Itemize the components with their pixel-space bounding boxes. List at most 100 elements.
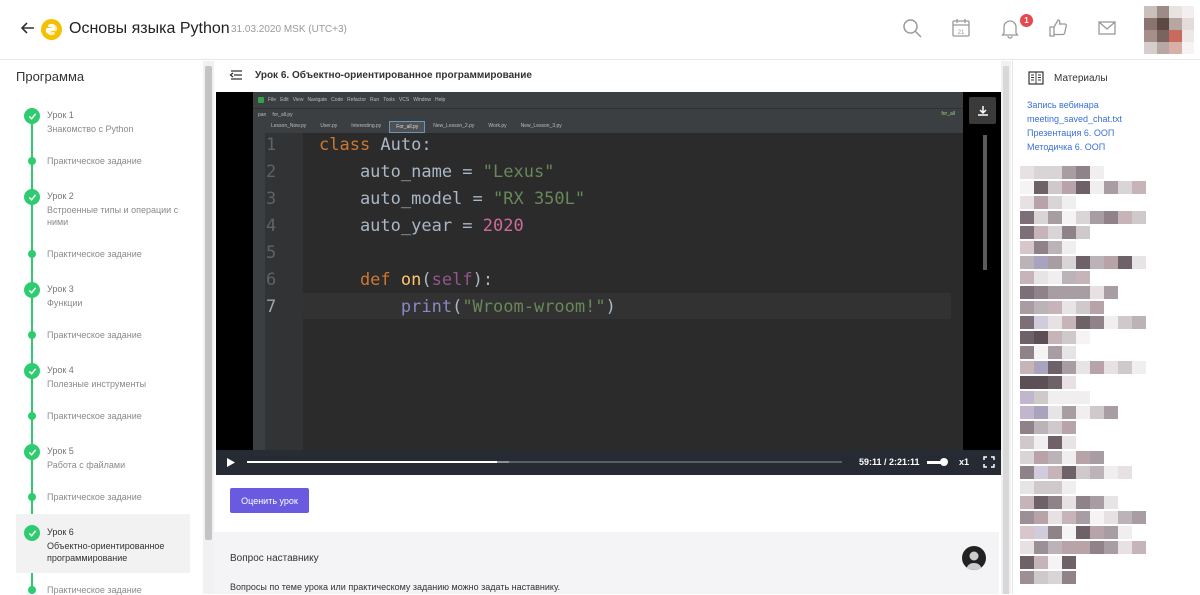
pycharm-logo-icon	[258, 97, 264, 103]
lesson-5-subtitle[interactable]: Работа с файлами	[47, 459, 187, 471]
ide-menu-item: Code	[331, 97, 344, 103]
redacted-pixel	[1090, 541, 1104, 554]
redacted-pixel	[1090, 181, 1104, 194]
code-line-3: auto_model = "RX 350L"	[319, 189, 585, 209]
redacted-pixel	[1090, 361, 1104, 374]
redacted-pixel	[1062, 286, 1076, 299]
material-link-presentation[interactable]: Презентация 6. ООП	[1027, 128, 1114, 138]
lesson-6-subtitle[interactable]: Объектно-ориентированное программировани…	[47, 540, 187, 564]
redacted-pixel	[1132, 256, 1146, 269]
book-icon	[1028, 71, 1044, 85]
redacted-pixel	[1118, 526, 1132, 539]
completed-dot-icon	[28, 250, 36, 258]
thumbs-up-icon[interactable]	[1047, 17, 1069, 39]
redacted-pixel	[1118, 211, 1132, 224]
user-avatar[interactable]	[1144, 6, 1194, 54]
redacted-pixel	[1104, 406, 1118, 419]
rate-lesson-button[interactable]: Оценить урок	[230, 488, 309, 513]
lesson-3-name[interactable]: Урок 3	[47, 284, 74, 294]
redacted-pixel	[1118, 256, 1132, 269]
ide-tab: New_Lesson_2.py	[427, 121, 481, 133]
back-arrow-icon[interactable]	[20, 20, 36, 36]
video-player[interactable]: File Edit View Navigate Code Refactor Ru…	[216, 92, 1001, 475]
redacted-pixel	[1020, 406, 1034, 419]
redacted-pixel	[1076, 406, 1090, 419]
video-progress-bar[interactable]	[247, 461, 842, 463]
lesson-5-name[interactable]: Урок 5	[47, 446, 74, 456]
collapse-menu-icon[interactable]	[229, 68, 243, 82]
material-link-manual[interactable]: Методичка 6. ООП	[1027, 142, 1105, 152]
materials-title: Материалы	[1054, 73, 1108, 84]
redacted-pixel	[1048, 406, 1062, 419]
redacted-pixel	[1076, 271, 1090, 284]
redacted-pixel	[1062, 556, 1076, 569]
main-scroll-thumb[interactable]	[1003, 66, 1009, 594]
ide-project-name: pan	[258, 112, 267, 118]
redacted-pixel	[1062, 571, 1076, 584]
lesson-1-practice[interactable]: Практическое задание	[47, 156, 142, 166]
redacted-pixel	[1132, 541, 1146, 554]
video-buffer-bar	[496, 461, 509, 463]
lesson-3-subtitle[interactable]: Функции	[47, 297, 187, 309]
lesson-1-name[interactable]: Урок 1	[47, 110, 74, 120]
ide-tab: Work.py	[482, 121, 513, 133]
lesson-2-name[interactable]: Урок 2	[47, 191, 74, 201]
redacted-pixel	[1048, 466, 1062, 479]
material-link-recording[interactable]: Запись вебинара	[1027, 100, 1099, 110]
calendar-icon[interactable]: 21	[950, 17, 972, 39]
playback-speed[interactable]: x1	[959, 457, 969, 467]
redacted-pixel	[1090, 286, 1104, 299]
redacted-pixel	[1020, 196, 1034, 209]
redacted-pixel	[1090, 166, 1104, 179]
fullscreen-icon[interactable]	[983, 456, 995, 468]
material-link-chat[interactable]: meeting_saved_chat.txt	[1027, 114, 1122, 124]
bell-icon[interactable]	[999, 17, 1021, 39]
redacted-pixel	[1076, 466, 1090, 479]
redacted-pixel	[1090, 451, 1104, 464]
python-logo-icon	[41, 19, 62, 40]
redacted-pixel	[1090, 301, 1104, 314]
redacted-pixel	[1118, 361, 1132, 374]
mail-icon[interactable]	[1096, 17, 1118, 39]
redacted-pixel	[1034, 361, 1048, 374]
lesson-2-subtitle[interactable]: Встроенные типы и операции с ними	[47, 204, 187, 228]
search-icon[interactable]	[901, 17, 923, 39]
redacted-pixel	[1062, 541, 1076, 554]
redacted-pixel	[1020, 496, 1034, 509]
mentor-avatar[interactable]	[962, 546, 986, 570]
sidebar-scroll-thumb[interactable]	[205, 66, 212, 540]
redacted-pixel	[1048, 166, 1062, 179]
play-icon[interactable]	[226, 457, 236, 468]
ide-menu-item: Edit	[280, 97, 289, 103]
lesson-4-subtitle[interactable]: Полезные инструменты	[47, 378, 187, 390]
redacted-pixel	[1034, 286, 1048, 299]
redacted-pixel	[1048, 301, 1062, 314]
redacted-pixel	[1034, 181, 1048, 194]
redacted-pixel	[1118, 541, 1132, 554]
ide-tab: Lesson_Now.py	[265, 121, 313, 133]
volume-knob[interactable]	[940, 458, 948, 466]
redacted-pixel	[1034, 541, 1048, 554]
redacted-pixel	[1034, 436, 1048, 449]
redacted-pixel	[1062, 301, 1076, 314]
redacted-pixel	[1020, 451, 1034, 464]
ide-tab: User.py	[314, 121, 344, 133]
download-button[interactable]	[969, 97, 996, 124]
line-number: 4	[266, 216, 277, 236]
redacted-pixel	[1020, 286, 1034, 299]
ide-menu-item: File	[268, 97, 277, 103]
lesson-4-name[interactable]: Урок 4	[47, 365, 74, 375]
redacted-pixel	[1048, 361, 1062, 374]
lesson-1-subtitle[interactable]: Знакомство с Python	[47, 123, 187, 135]
redacted-pixel	[1048, 256, 1062, 269]
code-line-6: def on(self):	[319, 270, 493, 290]
redacted-pixel	[1062, 451, 1076, 464]
lesson-2-practice[interactable]: Практическое задание	[47, 249, 142, 259]
lesson-5-practice[interactable]: Практическое задание	[47, 492, 142, 502]
lesson-4-practice[interactable]: Практическое задание	[47, 411, 142, 421]
lesson-3-practice[interactable]: Практическое задание	[47, 330, 142, 340]
redacted-pixel	[1062, 376, 1076, 389]
ide-menu-item: Window	[413, 97, 431, 103]
lesson-6-name[interactable]: Урок 6	[47, 527, 74, 537]
redacted-pixel	[1020, 436, 1034, 449]
